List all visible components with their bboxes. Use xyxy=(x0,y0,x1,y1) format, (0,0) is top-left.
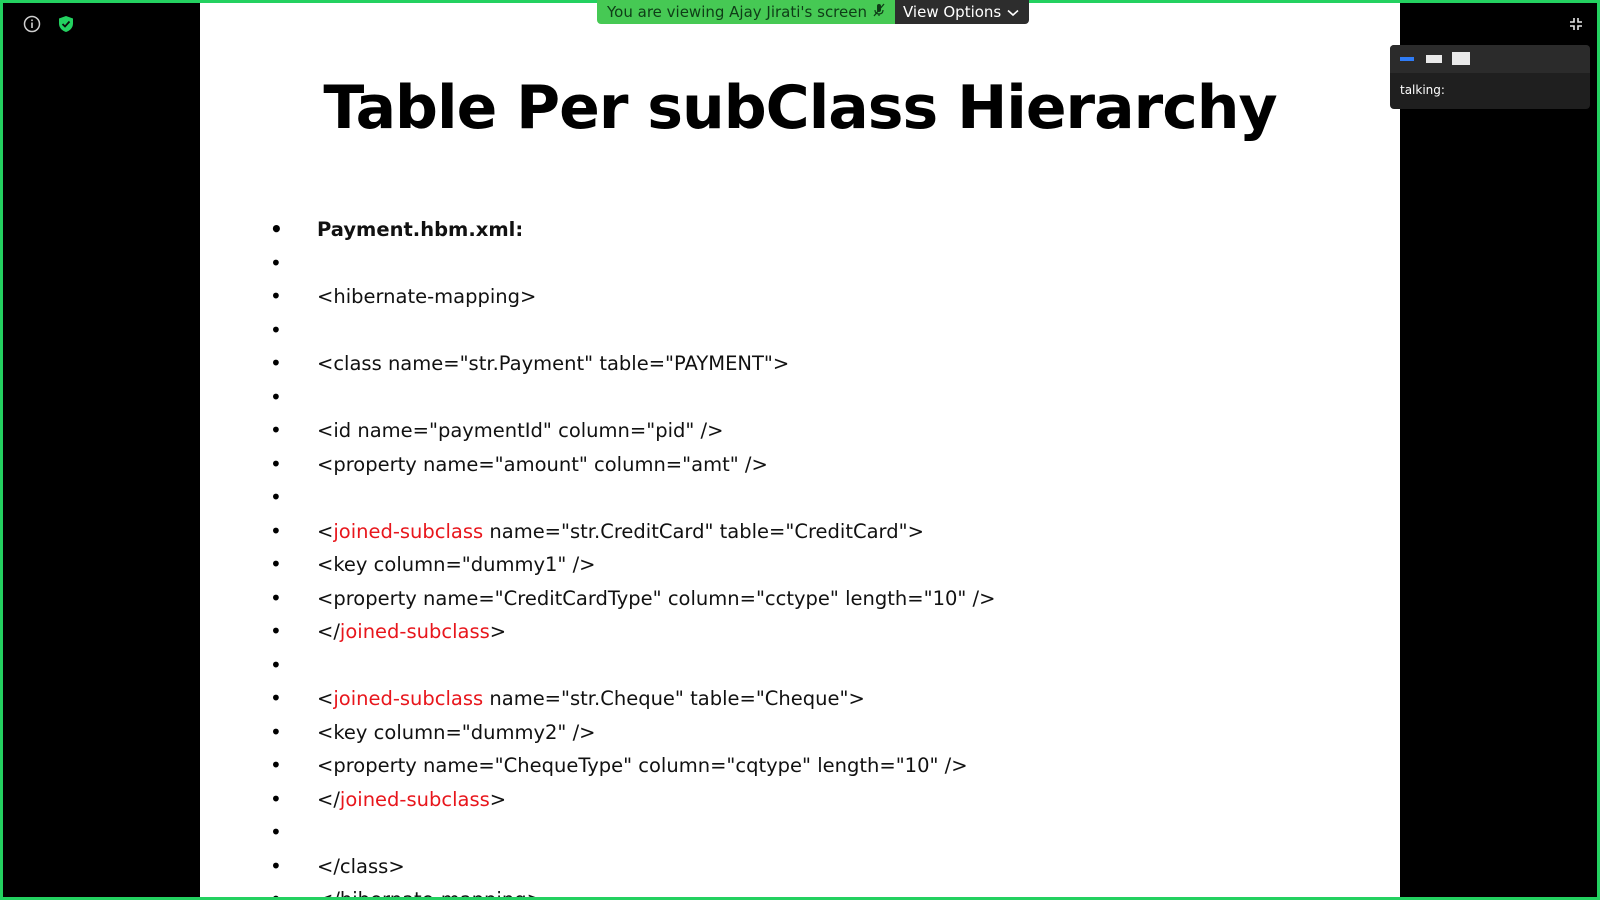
screen-share-banner: You are viewing Ajay Jirati's screen Vie… xyxy=(597,0,1030,24)
bullet-line: • <joined-subclass name="str.Cheque" tabl… xyxy=(200,682,995,716)
code-text: > xyxy=(489,787,507,811)
code-text: </hibernate-mapping> xyxy=(317,888,543,897)
code-text: <key column="dummy2" /> xyxy=(317,720,596,744)
bullet-line: • <hibernate-mapping> xyxy=(200,280,995,314)
bullet-dot: • xyxy=(270,384,282,409)
bullet-dot: • xyxy=(270,853,282,878)
chevron-down-icon xyxy=(1007,0,1019,24)
code-text: name="str.CreditCard" table="CreditCard"… xyxy=(483,519,924,543)
code-text: <property name="amount" column="amt" /> xyxy=(317,452,768,476)
view-options-button[interactable]: View Options xyxy=(895,0,1030,24)
bullet-dot: • xyxy=(270,883,282,897)
viewing-text: You are viewing Ajay Jirati's screen xyxy=(607,3,867,21)
bullet-line: • </hibernate-mapping> xyxy=(200,883,995,897)
slide-title: Table Per subClass Hierarchy xyxy=(323,73,1277,143)
keyword-highlight: joined-subclass xyxy=(339,787,490,811)
code-text: </ xyxy=(317,787,340,811)
bullet-dot: • xyxy=(270,585,282,610)
speaker-view-icon[interactable] xyxy=(1426,55,1442,63)
bullet-line: • </class> xyxy=(200,850,995,884)
bullet-dot: • xyxy=(270,619,282,643)
talking-label: talking: xyxy=(1400,83,1445,97)
code-text: < xyxy=(317,519,334,543)
bullet-line: • xyxy=(200,649,995,683)
bullet-line: • <key column="dummy1" /> xyxy=(200,548,995,582)
bullet-dot: • xyxy=(270,786,282,811)
code-text: > xyxy=(489,620,507,643)
code-text: </class> xyxy=(317,854,405,878)
bullet-dot: • xyxy=(270,284,282,308)
viewing-indicator: You are viewing Ajay Jirati's screen xyxy=(597,0,895,24)
code-text: <property name="CreditCardType" column="… xyxy=(317,586,996,610)
bullet-dot: • xyxy=(270,552,282,576)
shield-check-icon[interactable] xyxy=(56,14,76,34)
bullet-dot: • xyxy=(270,250,282,275)
bullet-line: • xyxy=(200,247,995,281)
code-text: Payment.hbm.xml: xyxy=(317,218,524,241)
code-text: < xyxy=(317,687,334,710)
panel-toolbar xyxy=(1390,45,1590,73)
minimize-icon[interactable] xyxy=(1400,57,1414,61)
bullet-dot: • xyxy=(270,418,282,442)
keyword-highlight: joined-subclass xyxy=(339,620,490,643)
bullet-dot: • xyxy=(270,518,282,543)
bullet-dot: • xyxy=(270,652,282,677)
bullet-line: • <id name="paymentId" column="pid" /> xyxy=(200,414,995,448)
bullet-line: • xyxy=(200,381,995,415)
bullet-line: • xyxy=(200,314,995,348)
exit-fullscreen-icon[interactable] xyxy=(1566,14,1586,34)
code-text: name="str.Cheque" table="Cheque"> xyxy=(483,687,865,710)
bullet-line: • <key column="dummy2" /> xyxy=(200,716,995,750)
bullet-dot: • xyxy=(270,719,282,744)
bullet-dot: • xyxy=(270,485,282,509)
bullet-dot: • xyxy=(270,317,282,342)
code-text: </ xyxy=(317,620,340,643)
code-text: <id name="paymentId" column="pid" /> xyxy=(317,419,724,442)
bullet-dot: • xyxy=(270,451,282,476)
shared-slide: Table Per subClass Hierarchy • Payment.hb… xyxy=(200,3,1400,897)
info-icon[interactable] xyxy=(22,14,42,34)
bullet-line: • xyxy=(200,481,995,515)
mute-icon xyxy=(873,0,885,24)
bullet-list: • Payment.hbm.xml: • • <hibernate-mapping> • •… xyxy=(200,213,995,897)
bullet-dot: • xyxy=(270,351,282,375)
bullet-line: • xyxy=(200,816,995,850)
keyword-highlight: joined-subclass xyxy=(333,519,484,543)
keyword-highlight: joined-subclass xyxy=(333,687,484,710)
bullet-dot: • xyxy=(270,686,282,710)
code-text: <property name="ChequeType" column="cqty… xyxy=(317,754,968,777)
code-text: <hibernate-mapping> xyxy=(317,285,537,308)
gallery-view-icon[interactable] xyxy=(1452,52,1470,65)
bullet-line: • </joined-subclass> xyxy=(200,615,995,649)
bullet-line: • Payment.hbm.xml: xyxy=(200,213,995,247)
bullet-dot: • xyxy=(270,820,282,844)
bullet-line: • <class name="str.Payment" table="PAYMEN… xyxy=(200,347,995,381)
code-text: <key column="dummy1" /> xyxy=(317,553,596,576)
bullet-line: • <joined-subclass name="str.CreditCard" … xyxy=(200,515,995,549)
bullet-line: • <property name="ChequeType" column="cqt… xyxy=(200,749,995,783)
bullet-dot: • xyxy=(270,753,282,777)
code-text: <class name="str.Payment" table="PAYMENT… xyxy=(317,352,790,375)
active-speaker-panel[interactable]: talking: xyxy=(1390,45,1590,109)
bullet-line: • </joined-subclass> xyxy=(200,783,995,817)
view-options-label: View Options xyxy=(903,3,1002,21)
bullet-line: • <property name="CreditCardType" column=… xyxy=(200,582,995,616)
bullet-line: • <property name="amount" column="amt" /> xyxy=(200,448,995,482)
bullet-dot: • xyxy=(270,217,283,241)
